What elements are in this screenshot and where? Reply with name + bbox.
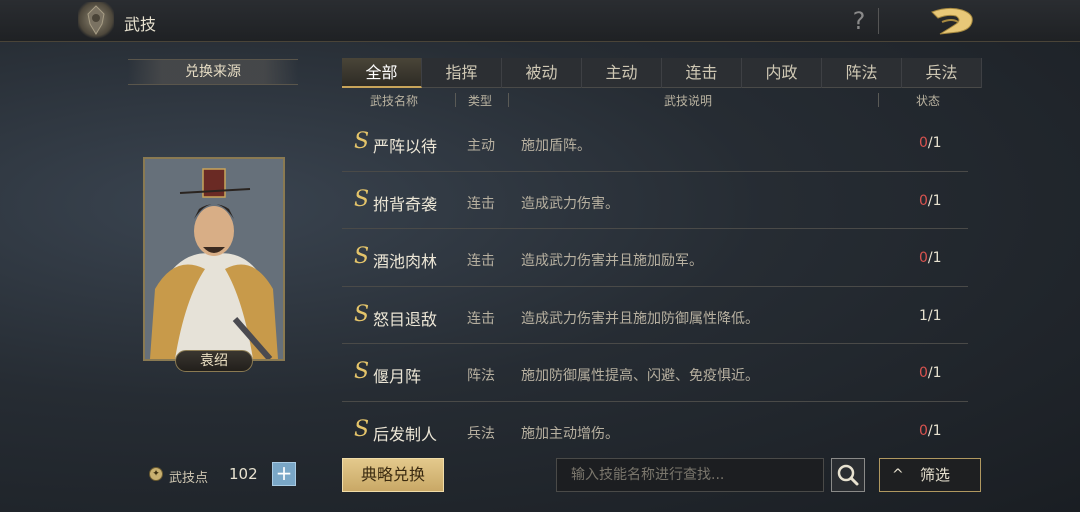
- table-header: 武技名称 类型 武技说明 状态: [342, 89, 968, 111]
- source-label: 兑换来源: [128, 59, 298, 85]
- table-row[interactable]: S 怒目退敌 连击 造成武力伤害并且施加防御属性降低。 1/1: [342, 287, 968, 344]
- skill-type: 兵法: [467, 425, 495, 442]
- grade-badge: S: [354, 416, 370, 442]
- skill-list: S 严阵以待 主动 施加盾阵。 0/1 S 拊背奇袭 连击 造成武力伤害。 0/…: [342, 114, 968, 450]
- points-label: 武技点: [169, 471, 209, 486]
- owned-count: 0: [919, 250, 928, 266]
- skill-status: 0/1: [919, 135, 942, 151]
- table-row[interactable]: S 严阵以待 主动 施加盾阵。 0/1: [342, 114, 968, 172]
- column-header-type: 类型: [468, 94, 493, 108]
- grade-badge: S: [354, 359, 370, 384]
- grade-badge: S: [354, 301, 370, 327]
- page-title: 武技: [124, 15, 157, 34]
- skill-type: 连击: [467, 310, 495, 327]
- skill-description: 造成武力伤害并且施加励军。: [521, 253, 703, 269]
- crest-icon: [78, 2, 114, 40]
- column-header-name: 武技名称: [370, 94, 419, 108]
- tab-combo[interactable]: 连击: [662, 58, 742, 88]
- tab-formation[interactable]: 阵法: [822, 58, 902, 88]
- skill-name: 怒目退敌: [373, 309, 438, 329]
- skill-type: 连击: [467, 195, 495, 212]
- skill-status: 1/1: [919, 308, 942, 324]
- total-count: /1: [927, 192, 942, 209]
- skill-status: 0/1: [919, 250, 942, 266]
- total-count: /1: [927, 250, 942, 266]
- skill-type: 主动: [467, 138, 495, 154]
- skill-status: 0/1: [919, 193, 942, 209]
- filter-button[interactable]: ^ 筛选: [879, 458, 981, 492]
- hero-portrait: [143, 157, 285, 361]
- owned-count: 0: [919, 365, 928, 381]
- owned-count: 0: [919, 192, 928, 209]
- owned-count: 1: [919, 307, 928, 324]
- back-dragon-icon[interactable]: [928, 4, 980, 38]
- exchange-button[interactable]: 典略兑换: [342, 458, 444, 492]
- table-row[interactable]: S 酒池肉林 连击 造成武力伤害并且施加励军。 0/1: [342, 229, 968, 287]
- grade-badge: S: [354, 129, 370, 154]
- table-row[interactable]: S 后发制人 兵法 施加主动增伤。 0/1: [342, 402, 968, 451]
- total-count: /1: [927, 135, 942, 151]
- column-header-desc: 武技说明: [664, 94, 713, 108]
- owned-count: 0: [919, 422, 928, 439]
- skill-status: 0/1: [919, 423, 942, 439]
- skill-description: 造成武力伤害并且施加防御属性降低。: [521, 310, 759, 327]
- points-coin-icon: ✦: [149, 467, 163, 481]
- divider: [878, 93, 879, 107]
- divider: [508, 93, 509, 107]
- divider: [455, 93, 456, 107]
- tab-tactics[interactable]: 兵法: [902, 58, 982, 88]
- search-icon[interactable]: [831, 458, 865, 492]
- chevron-up-icon: ^: [892, 467, 904, 483]
- tab-all[interactable]: 全部: [342, 58, 422, 88]
- skill-status: 0/1: [919, 365, 942, 381]
- category-tabs: 全部 指挥 被动 主动 连击 内政 阵法 兵法: [342, 58, 982, 88]
- skill-type: 阵法: [467, 368, 495, 384]
- grade-badge: S: [354, 244, 370, 269]
- divider: [878, 8, 879, 34]
- table-row[interactable]: S 偃月阵 阵法 施加防御属性提高、闪避、免疫惧近。 0/1: [342, 344, 968, 402]
- skill-name: 偃月阵: [373, 367, 422, 386]
- skill-name: 严阵以待: [373, 137, 438, 156]
- tab-active[interactable]: 主动: [582, 58, 662, 88]
- tab-passive[interactable]: 被动: [502, 58, 582, 88]
- help-icon[interactable]: ?: [848, 6, 870, 36]
- skill-type: 连击: [467, 253, 495, 269]
- skill-name: 后发制人: [373, 424, 438, 444]
- skill-description: 施加盾阵。: [521, 138, 591, 154]
- total-count: /1: [927, 422, 942, 439]
- table-row[interactable]: S 拊背奇袭 连击 造成武力伤害。 0/1: [342, 172, 968, 229]
- skill-description: 施加防御属性提高、闪避、免疫惧近。: [521, 368, 759, 384]
- skill-name: 酒池肉林: [373, 252, 438, 271]
- column-header-status: 状态: [916, 94, 941, 108]
- hero-name-plate: 袁绍: [175, 350, 253, 372]
- skill-name: 拊背奇袭: [373, 194, 438, 214]
- total-count: /1: [927, 307, 942, 324]
- grade-badge: S: [354, 186, 370, 212]
- points-value: 102: [229, 465, 258, 483]
- total-count: /1: [927, 365, 942, 381]
- skill-description: 施加主动增伤。: [521, 425, 619, 442]
- search-input[interactable]: [556, 458, 824, 492]
- filter-label: 筛选: [920, 466, 951, 484]
- top-bar: 武技 ?: [0, 0, 1080, 42]
- skill-description: 造成武力伤害。: [521, 195, 619, 212]
- tab-command[interactable]: 指挥: [422, 58, 502, 88]
- owned-count: 0: [919, 135, 928, 151]
- plus-icon[interactable]: +: [272, 462, 296, 486]
- tab-internal[interactable]: 内政: [742, 58, 822, 88]
